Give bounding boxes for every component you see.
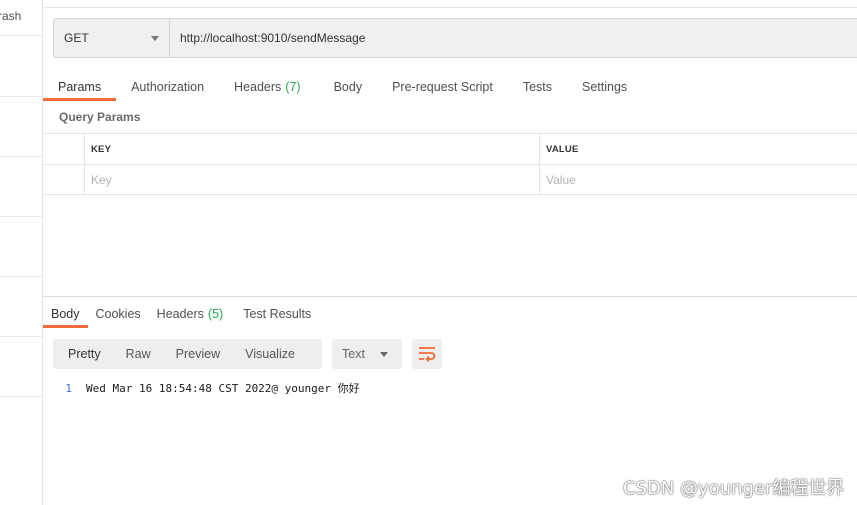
tab-label: Authorization bbox=[131, 79, 205, 94]
tab-authorization[interactable]: Authorization bbox=[116, 72, 219, 101]
tab-tests[interactable]: Tests bbox=[508, 72, 567, 101]
tab-headers[interactable]: Headers (7) bbox=[219, 72, 316, 101]
tab-cookies[interactable]: Cookies bbox=[88, 299, 149, 328]
sidebar-trash-label[interactable]: rash bbox=[0, 9, 21, 23]
response-tabs: Body Cookies Headers (5) Test Results bbox=[43, 299, 319, 328]
checkbox-column bbox=[43, 134, 84, 164]
row-checkbox-cell bbox=[43, 165, 84, 194]
chevron-down-icon bbox=[151, 35, 159, 41]
view-mode-group: Pretty Raw Preview Visualize bbox=[53, 339, 322, 369]
url-value: http://localhost:9010/sendMessage bbox=[180, 31, 366, 45]
params-table: KEY VALUE Key Value bbox=[43, 133, 857, 195]
top-bar bbox=[44, 0, 857, 8]
tab-label: Headers bbox=[234, 79, 282, 94]
view-mode-visualize[interactable]: Visualize bbox=[230, 347, 295, 361]
value-column-header: VALUE bbox=[539, 134, 857, 164]
sidebar-divider bbox=[0, 276, 42, 277]
url-input[interactable]: http://localhost:9010/sendMessage bbox=[170, 19, 857, 57]
tab-response-body[interactable]: Body bbox=[43, 299, 88, 328]
format-value: Text bbox=[342, 347, 365, 361]
tab-label: Headers bbox=[156, 306, 204, 321]
tab-settings[interactable]: Settings bbox=[567, 72, 642, 101]
pane-divider[interactable] bbox=[43, 296, 857, 297]
method-value: GET bbox=[64, 31, 89, 45]
tab-label: Cookies bbox=[95, 306, 141, 321]
tab-label: Body bbox=[51, 306, 80, 321]
query-params-title: Query Params bbox=[59, 110, 141, 124]
view-mode-raw[interactable]: Raw bbox=[111, 347, 151, 361]
tab-label: Body bbox=[333, 79, 363, 94]
table-header-row: KEY VALUE bbox=[43, 133, 857, 164]
method-select[interactable]: GET bbox=[54, 19, 170, 57]
column-header-label: KEY bbox=[91, 143, 112, 155]
tab-test-results[interactable]: Test Results bbox=[231, 299, 319, 328]
sidebar-divider bbox=[0, 216, 42, 217]
tab-count-badge: (7) bbox=[285, 79, 301, 94]
tab-count-badge: (5) bbox=[207, 306, 224, 321]
sidebar-divider bbox=[0, 96, 42, 97]
request-bar: GET http://localhost:9010/sendMessage bbox=[53, 18, 857, 58]
sidebar-divider bbox=[0, 35, 42, 36]
sidebar-divider bbox=[0, 156, 42, 157]
tab-body[interactable]: Body bbox=[316, 72, 378, 101]
value-placeholder: Value bbox=[546, 172, 576, 187]
key-placeholder: Key bbox=[91, 172, 112, 187]
sidebar-divider bbox=[0, 396, 42, 397]
sidebar: rash bbox=[0, 0, 43, 505]
wrap-lines-button[interactable] bbox=[412, 339, 442, 369]
tab-response-headers[interactable]: Headers (5) bbox=[149, 299, 232, 328]
view-mode-preview[interactable]: Preview bbox=[161, 347, 220, 361]
key-column-header: KEY bbox=[84, 134, 539, 164]
watermark: CSDN @younger编程世界 bbox=[623, 478, 845, 499]
tab-params[interactable]: Params bbox=[43, 72, 117, 101]
table-row: Key Value bbox=[43, 164, 857, 195]
chevron-down-icon bbox=[380, 351, 388, 357]
column-header-label: VALUE bbox=[546, 143, 579, 155]
value-input[interactable]: Value bbox=[539, 165, 857, 194]
tab-label: Settings bbox=[582, 79, 628, 94]
line-text[interactable]: Wed Mar 16 18:54:48 CST 2022@ younger 你好 bbox=[86, 380, 360, 396]
wrap-lines-icon bbox=[419, 347, 436, 362]
tab-label: Pre-request Script bbox=[392, 79, 493, 94]
key-input[interactable]: Key bbox=[84, 165, 539, 194]
request-tabs: Params Authorization Headers (7) Body Pr… bbox=[43, 72, 642, 101]
response-line: 1 Wed Mar 16 18:54:48 CST 2022@ younger … bbox=[53, 380, 360, 396]
tab-label: Tests bbox=[522, 79, 552, 94]
line-number: 1 bbox=[65, 381, 72, 395]
tab-label: Params bbox=[58, 79, 102, 94]
sidebar-divider bbox=[0, 336, 42, 337]
tab-pre-request-script[interactable]: Pre-request Script bbox=[377, 72, 508, 101]
tab-label: Test Results bbox=[243, 306, 312, 321]
view-mode-pretty[interactable]: Pretty bbox=[53, 347, 101, 361]
format-select[interactable]: Text bbox=[332, 339, 402, 369]
